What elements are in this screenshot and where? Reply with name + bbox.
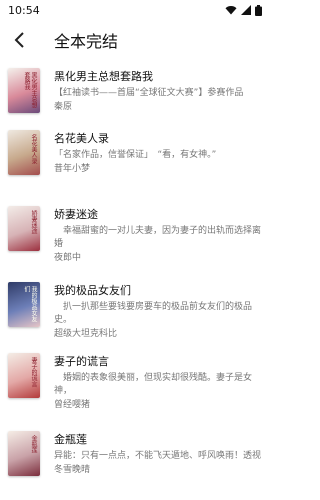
book-info: 娇妻迷途 幸福甜蜜的一对儿夫妻，因为妻子的出轨而选择离婚夜郎中 [54,208,264,264]
cover-title-text: 名花美人录 [30,134,37,164]
title-bar: 全本完结 [0,20,270,60]
battery-icon [255,4,262,16]
cover-title-text: 娇妻迷途 [30,210,37,234]
book-title: 黑化男主总想套路我 [54,70,153,83]
book-author: 冬雪晚晴 [54,465,91,475]
signal-icon [241,5,251,15]
book-info: 金瓶莲异能：只有一点点，不能飞天遁地、呼风唤雨！透视 冬雪晚晴 [54,433,264,476]
book-info: 我的极品女友们 扒一扒那些要钱要房要车的极品前女友们的极品史。超级大坦克科比 [54,284,264,340]
cover-title-text: 妻子的谎言 [30,357,37,387]
book-author: 秦原 [54,102,73,112]
book-cover[interactable]: 娇妻迷途 [8,206,40,251]
book-info: 名花美人录「名家作品，信誉保证」 “看，有女神。” 昔年小梦 [54,132,264,175]
cover-title-text: 金瓶莲 [30,435,37,453]
book-item[interactable]: 娇妻迷途 娇妻迷途 幸福甜蜜的一对儿夫妻，因为妻子的出轨而选择离婚 夜郎中 [0,206,270,275]
book-item[interactable]: 金瓶莲 金瓶莲 异能：只有一点点，不能飞天遁地、呼风唤雨！透视 冬雪晚晴 [0,431,270,500]
book-author: 昔年小梦 [54,164,91,174]
book-author: 曾经嘤猪 [54,400,91,410]
wifi-icon [225,6,237,15]
book-author: 超级大坦克科比 [54,329,118,339]
status-bar: 10:54 [0,0,270,20]
cover-title-text: 我的极品女友们 [23,286,37,322]
book-cover[interactable]: 黑化男主总想套路我 [8,68,40,113]
book-cover[interactable]: 金瓶莲 [8,431,40,476]
book-item[interactable]: 名花美人录 名花美人录「名家作品，信誉保证」 “看，有女神。” 昔年小梦 [0,130,270,199]
book-description: 幸福甜蜜的一对儿夫妻，因为妻子的出轨而选择离婚 [54,226,262,249]
book-author: 夜郎中 [54,253,82,263]
book-cover[interactable]: 妻子的谎言 [8,353,40,398]
book-cover[interactable]: 我的极品女友们 [8,282,40,327]
book-info: 妻子的谎言 婚姻的表象很美丽，但现实却很残酷。妻子是女神， 曾经嘤猪 [54,355,264,411]
book-description: 【红袖读书——首届“全球征文大赛”】参赛作品 [54,88,244,98]
book-info: 黑化男主总想套路我【红袖读书——首届“全球征文大赛”】参赛作品 秦原 [54,70,264,113]
book-description: 婚姻的表象很美丽，但现实却很残酷。妻子是女神， [54,373,253,396]
book-description: 异能：只有一点点，不能飞天遁地、呼风唤雨！透视 [54,451,262,461]
back-button[interactable] [4,24,36,56]
book-title: 妻子的谎言 [54,355,109,368]
book-title: 娇妻迷途 [54,208,98,221]
book-description: 「名家作品，信誉保证」 “看，有女神。” [54,150,217,160]
book-item[interactable]: 妻子的谎言 妻子的谎言 婚姻的表象很美丽，但现实却很残酷。妻子是女神， 曾经嘤猪 [0,353,270,422]
status-time: 10:54 [8,3,40,17]
back-arrow-icon [14,32,24,48]
book-item[interactable]: 黑化男主总想套路我 黑化男主总想套路我 【红袖读书——首届“全球征文大赛”】参赛作品… [0,68,270,137]
book-title: 金瓶莲 [54,433,87,446]
book-item[interactable]: 我的极品女友们 我的极品女友们 扒一扒那些要钱要房要车的极品前女友们的极品史。 超级… [0,282,270,351]
book-description: 扒一扒那些要钱要房要车的极品前女友们的极品史。 [54,302,253,325]
book-cover[interactable]: 名花美人录 [8,130,40,175]
page-title: 全本完结 [54,32,119,51]
cover-title-text: 黑化男主总想套路我 [23,72,37,108]
book-title: 我的极品女友们 [54,284,131,297]
status-icons [225,4,262,16]
book-title: 名花美人录 [54,132,109,145]
